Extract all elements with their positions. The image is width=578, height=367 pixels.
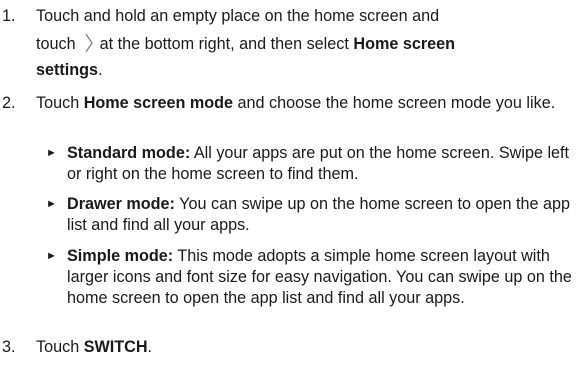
mode-item-simple: ► Simple mode: This mode adopts a simple… (36, 246, 576, 332)
step-number: 3. (2, 338, 16, 356)
step-3-end: . (147, 338, 153, 356)
step-1-text: Touch and hold an empty place on the hom… (36, 6, 570, 81)
mode-item-text: Standard mode: All your apps are put on … (67, 143, 574, 185)
mode-item-text: Simple mode: This mode adopts a simple h… (67, 246, 574, 309)
step-1-line-1: Touch and hold an empty place on the hom… (36, 7, 440, 25)
step-2-text: Touch Home screen mode and choose the ho… (36, 93, 570, 114)
mode-name: Simple mode: (67, 247, 174, 265)
step-3: 3. Touch SWITCH. (0, 337, 578, 361)
bullet-arrow-icon: ► (46, 147, 57, 159)
chevron-right-icon (84, 32, 94, 60)
bullet-arrow-icon: ► (46, 250, 57, 262)
bullet-arrow-icon: ► (46, 198, 57, 210)
mode-name: Standard mode: (67, 144, 191, 162)
step-1-line-2: touch at the bottom right, and then selec… (36, 32, 570, 60)
step-3-text: Touch SWITCH. (36, 337, 570, 358)
step-1: 1. Touch and hold an empty place on the … (0, 6, 578, 90)
step-1-line-3: settings. (36, 60, 570, 81)
step-1-bold-2: settings (36, 61, 99, 79)
step-2-post: and choose the home screen mode you like… (237, 94, 556, 112)
step-2-bold: Home screen mode (83, 94, 234, 112)
step-3-pre: Touch (36, 338, 80, 356)
step-3-bold: SWITCH (83, 338, 148, 356)
mode-item-standard: ► Standard mode: All your apps are put o… (36, 143, 576, 187)
step-1-post-icon: at the bottom right, and then select (99, 35, 349, 53)
mode-item-text: Drawer mode: You can swipe up on the hom… (67, 194, 574, 236)
step-1-end: . (98, 61, 103, 79)
mode-item-drawer: ► Drawer mode: You can swipe up on the h… (36, 194, 576, 238)
step-number: 1. (2, 7, 16, 25)
mode-name: Drawer mode: (67, 195, 175, 213)
step-2-pre: Touch (36, 94, 80, 112)
step-2: 2. Touch Home screen mode and choose the… (0, 93, 578, 137)
step-number: 2. (2, 94, 16, 112)
step-1-bold-1: Home screen (353, 35, 456, 53)
step-1-pre-icon: touch (36, 35, 76, 53)
